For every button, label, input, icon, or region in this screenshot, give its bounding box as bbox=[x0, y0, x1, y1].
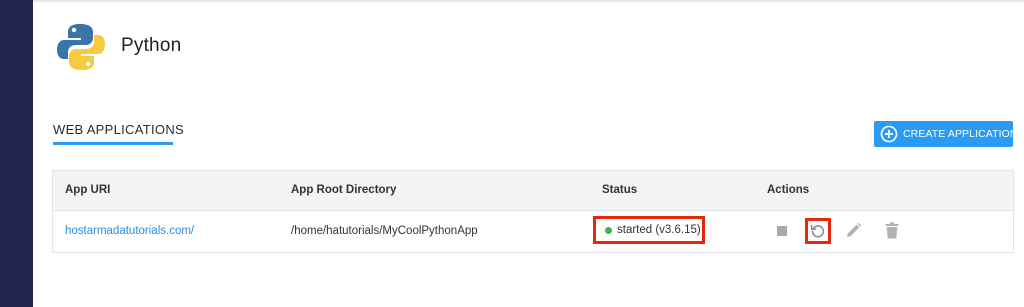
stop-icon[interactable] bbox=[777, 226, 787, 236]
plus-circle-icon bbox=[880, 125, 898, 143]
python-logo-icon bbox=[54, 20, 108, 74]
table-row: hostarmadatutorials.com/ /home/hatutoria… bbox=[53, 211, 1013, 252]
page-title: Python bbox=[121, 35, 182, 56]
column-header-status: Status bbox=[602, 184, 638, 196]
app-uri-link[interactable]: hostarmadatutorials.com/ bbox=[65, 225, 194, 237]
left-sidebar bbox=[0, 0, 33, 307]
column-header-actions: Actions bbox=[767, 184, 810, 196]
column-header-app-uri: App URI bbox=[65, 184, 111, 196]
trash-icon[interactable] bbox=[885, 222, 899, 239]
edit-pencil-icon[interactable] bbox=[845, 222, 862, 239]
tab-web-applications[interactable]: WEB APPLICATIONS bbox=[53, 122, 184, 137]
table-header: App URI App Root Directory Status Action… bbox=[53, 171, 1013, 211]
top-divider bbox=[33, 0, 1024, 2]
main-panel bbox=[33, 0, 1024, 307]
app-root-directory: /home/hatutorials/MyCoolPythonApp bbox=[291, 225, 478, 237]
column-header-app-root-directory: App Root Directory bbox=[291, 184, 397, 196]
status-text: started (v3.6.15) bbox=[617, 224, 701, 236]
active-tab-underline bbox=[53, 142, 173, 145]
restart-icon bbox=[810, 224, 825, 238]
status-dot-icon bbox=[605, 226, 612, 234]
restart-button[interactable] bbox=[805, 218, 831, 244]
create-application-label: CREATE APPLICATION bbox=[903, 128, 1018, 140]
create-application-button[interactable]: CREATE APPLICATION bbox=[874, 121, 1018, 147]
status-highlight: started (v3.6.15) bbox=[593, 216, 705, 244]
applications-table: App URI App Root Directory Status Action… bbox=[52, 170, 1014, 253]
